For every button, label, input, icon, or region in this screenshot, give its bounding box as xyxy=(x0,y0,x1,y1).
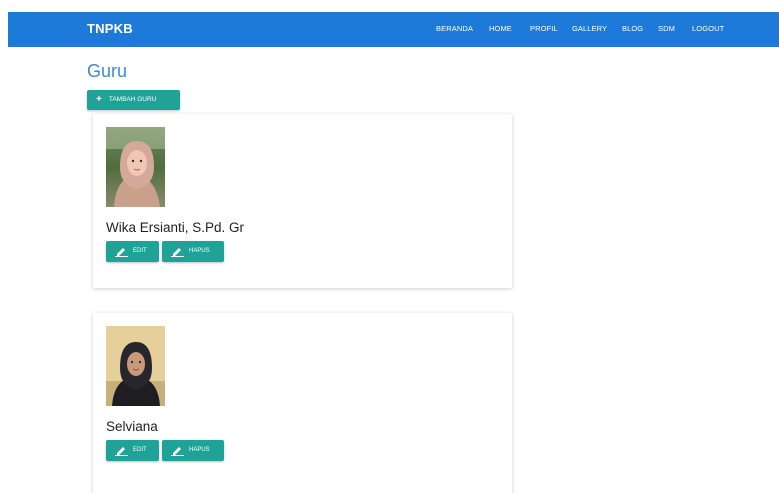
nav-item-profil[interactable]: PROFIL xyxy=(530,24,558,33)
nav-item-logout[interactable]: LOGOUT xyxy=(692,24,724,33)
nav-item-beranda[interactable]: BERANDA xyxy=(436,24,473,33)
pencil-icon xyxy=(171,447,184,456)
delete-label: HAPUS xyxy=(189,248,210,254)
plus-icon: + xyxy=(96,94,102,105)
teacher-photo-image xyxy=(106,326,165,406)
edit-button[interactable]: EDIT xyxy=(106,241,159,262)
edit-label: EDIT xyxy=(133,447,147,453)
nav-item-gallery[interactable]: GALLERY xyxy=(572,24,607,33)
page-title: Guru xyxy=(87,61,128,81)
delete-button[interactable]: HAPUS xyxy=(162,241,224,262)
teacher-name: Selviana xyxy=(106,419,158,434)
teacher-photo xyxy=(106,326,165,406)
teacher-card: Wika Ersianti, S.Pd. Gr EDIT HAPUS xyxy=(93,114,512,288)
nav-item-blog[interactable]: BLOG xyxy=(622,24,643,33)
top-navbar: TNPKB BERANDA HOME PROFIL GALLERY BLOG S… xyxy=(8,12,779,47)
add-teacher-label: TAMBAH GURU xyxy=(108,96,157,103)
edit-label: EDIT xyxy=(133,248,147,254)
brand-logo[interactable]: TNPKB xyxy=(87,21,133,36)
teacher-card: Selviana EDIT HAPUS xyxy=(93,313,512,493)
nav-item-home[interactable]: HOME xyxy=(489,24,512,33)
delete-label: HAPUS xyxy=(189,447,210,453)
edit-button[interactable]: EDIT xyxy=(106,440,159,461)
teacher-photo xyxy=(106,127,165,207)
nav-item-sdm[interactable]: SDM xyxy=(658,24,675,33)
add-teacher-button[interactable]: + TAMBAH GURU xyxy=(87,90,180,110)
delete-button[interactable]: HAPUS xyxy=(162,440,224,461)
teacher-name: Wika Ersianti, S.Pd. Gr xyxy=(106,220,245,235)
pencil-icon xyxy=(115,248,128,257)
pencil-icon xyxy=(115,447,128,456)
pencil-icon xyxy=(171,248,184,257)
teacher-photo-image xyxy=(106,127,165,207)
